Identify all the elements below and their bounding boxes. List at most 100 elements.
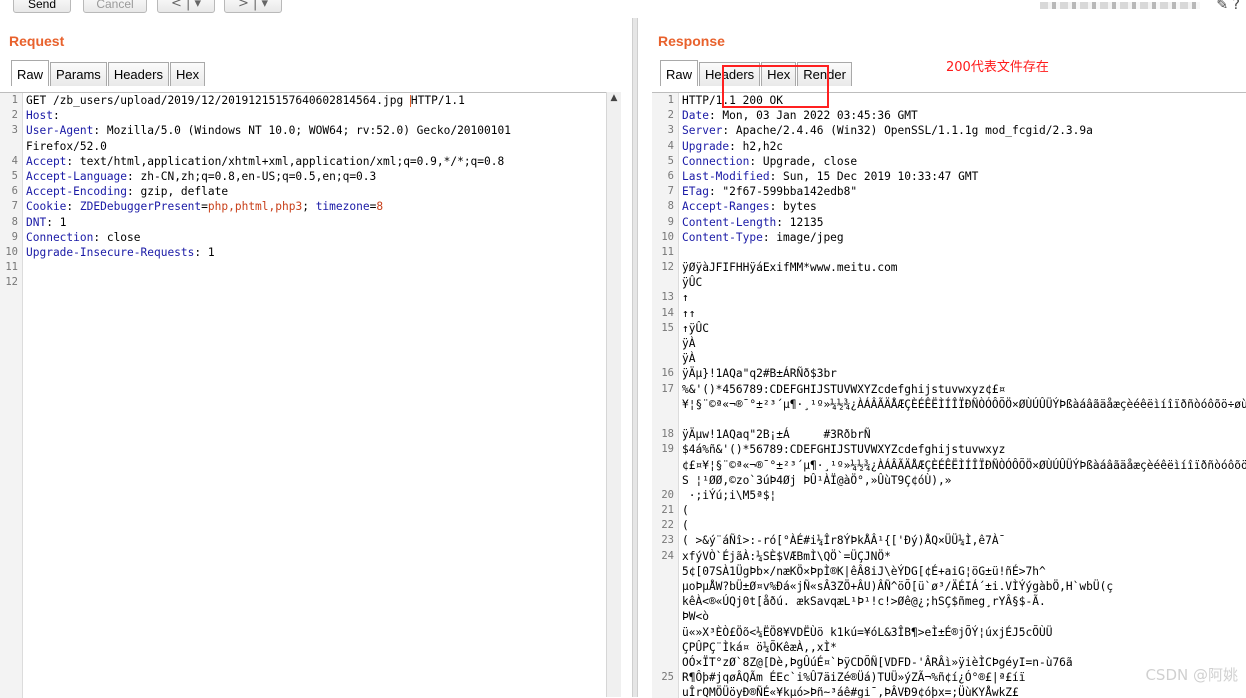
request-token: Accept-Language	[26, 169, 128, 183]
request-line-text: Connection: close	[26, 230, 141, 245]
back-button[interactable]: < | ▾	[157, 0, 215, 13]
response-line: 15 ↑ÿÛC	[652, 321, 1246, 336]
response-line-text: kêÀ<®«ÚQj0t[åðú. ækSavqæL¹Þ¹!c!>Øê@¿;hSÇ…	[682, 594, 1046, 609]
response-line: 16 ÿÄµ}!1AQa"q2#B±ÁRÑð$3br	[652, 366, 1246, 381]
response-line: 21 (	[652, 503, 1246, 518]
request-line-text: Host:	[26, 108, 66, 123]
response-line: ÇPÛPÇ¨Ìká¤ ö¼ÕKêæÀ,,xÌ*	[652, 640, 1246, 655]
response-token: : Mon, 03 Jan 2022 03:45:36 GMT	[708, 109, 918, 123]
response-token: ÿÄµw!1AQaq"2B¡±Á #3RðbrÑ	[682, 428, 871, 442]
response-line-text: ÿÄµw!1AQaq"2B¡±Á #3RðbrÑ	[682, 427, 871, 442]
response-line: 17 %&'()*456789:CDEFGHIJSTUVWXYZcdefghijs…	[652, 382, 1246, 397]
response-tab-raw[interactable]: Raw	[660, 60, 699, 86]
response-line-text: ¢£¤¥¦§¨©ª«¬®¯°±²³´µ¶·¸¹º»¼½¾¿ÀÁÂÃÄÅÆÇÈÉÊ…	[682, 458, 1246, 473]
response-line-number: 1	[667, 94, 674, 106]
scroll-up-icon[interactable]: ▲	[607, 92, 621, 104]
response-token: : image/jpeg	[762, 230, 844, 244]
request-line: 10 Upgrade-Insecure-Requests: 1	[0, 245, 606, 260]
request-line-number: 10	[5, 245, 18, 258]
request-token: Accept-Encoding	[26, 185, 128, 199]
response-line-text: Last-Modified: Sun, 15 Dec 2019 10:33:47…	[682, 169, 978, 184]
response-line: 23 ( >&ý¨áÑî>:-ró[°ÀÉ#i¼Îr8ÝÞkÅÂ¹{['Ðý)ÅQ…	[652, 533, 1246, 548]
response-line: ÿÛC	[652, 275, 1246, 290]
response-line-text: S ¦¹ØØ,©zo`3úÞ4Øj ÞÛ¹ÀÏ@àÖ°,»ÛùT9Ç¢óÙ),»	[682, 473, 951, 488]
response-line-text: ü«»X³ÈÒ£Öõ<¼ËÖ8¥VDËÙö k1kú=¥óL&3ÎB¶>eÌ±É…	[682, 625, 1052, 640]
response-line-number: 13	[661, 291, 674, 304]
request-line: Firefox/52.0	[0, 139, 606, 154]
response-line: 5¢[07SÀ1ÜgÞb×/næKÖ×ÞpÌ®K|êÂ8iJ\èÝDG[¢É+a…	[652, 564, 1246, 579]
response-token: ÿØÿàJFIFHHÿáExifMM*www.meitu.com	[682, 261, 898, 275]
request-line: 11	[0, 260, 606, 275]
response-token: ↑	[682, 291, 689, 305]
request-token: DNT	[26, 215, 47, 229]
request-token: : text/html,application/xhtml+xml,applic…	[66, 154, 505, 168]
request-token: Host	[26, 109, 53, 123]
response-editor[interactable]: 1 HTTP/1.1 200 OK 2 Date: Mon, 03 Jan 2022 …	[652, 92, 1246, 698]
response-line: µoÞµÅW?bÜ±Ø¤v%Ðá«jÑ«sÂ3ZÖ+ÂU)ÂÑ^öÕ[ü`ø³/…	[652, 579, 1246, 594]
request-token: Accept	[26, 154, 67, 168]
status-highlight-box	[722, 65, 829, 108]
request-line-number: 7	[11, 200, 18, 213]
response-line-text: uÎrQMÖÜöyÐ®ÑÉ«¥kµó>Þñ~³áê#gi¯,ÞÂVÐ9¢óþx=…	[682, 685, 1019, 698]
request-scrollbar[interactable]: ▲	[606, 92, 621, 697]
response-line-number: 5	[667, 154, 674, 167]
response-line-number: 14	[661, 306, 674, 319]
request-line-text: Upgrade-Insecure-Requests: 1	[26, 245, 215, 260]
request-tab-raw[interactable]: Raw	[11, 60, 50, 86]
request-line-number: 11	[5, 261, 18, 274]
response-line-text: $4á%ñ&'()*56789:CDEFGHIJSTUVWXYZcdefghij…	[682, 442, 1005, 457]
response-line-text: ETag: "2f67-599bba142edb8"	[682, 184, 857, 199]
request-line: 2 Host:	[0, 108, 606, 123]
response-line-number: 12	[661, 261, 674, 274]
request-token: :	[52, 109, 67, 123]
send-button[interactable]: Send	[13, 0, 71, 13]
response-token: ·;iÝú;i\M5ª$¦	[682, 488, 790, 502]
response-line-text: 5¢[07SÀ1ÜgÞb×/næKÖ×ÞpÌ®K|êÂ8iJ\èÝDG[¢É+a…	[682, 564, 1046, 579]
response-token: Date	[682, 109, 709, 123]
response-line-number: 15	[661, 321, 674, 334]
response-line: 22 (	[652, 518, 1246, 533]
response-token: ÿÛC	[682, 276, 703, 290]
request-line: 4 Accept: text/html,application/xhtml+xml…	[0, 154, 606, 169]
response-token: ÞW<ò	[682, 610, 709, 624]
response-line-text: ÇPÛPÇ¨Ìká¤ ö¼ÕKêæÀ,,xÌ*	[682, 640, 837, 655]
response-token: ETag	[682, 185, 709, 199]
request-token: Upgrade-Insecure-Requests	[26, 245, 195, 259]
watermark: CSDN @阿姚	[1145, 666, 1238, 684]
response-line-text: ÿÀ	[682, 336, 695, 351]
response-line-text: Server: Apache/2.4.46 (Win32) OpenSSL/1.…	[682, 123, 1093, 138]
request-tab-hex[interactable]: Hex	[169, 62, 206, 86]
request-token: Connection	[26, 230, 94, 244]
response-line-number: 16	[661, 367, 674, 380]
response-line-number: 20	[661, 488, 674, 501]
response-line-text: (	[682, 518, 695, 533]
cancel-button[interactable]: Cancel	[83, 0, 147, 13]
response-line: 18 ÿÄµw!1AQaq"2B¡±Á #3RðbrÑ	[652, 427, 1246, 442]
request-tab-params[interactable]: Params	[50, 62, 107, 86]
edit-target-icon[interactable]: ✎ ?	[1216, 0, 1240, 13]
panel-divider[interactable]	[632, 18, 638, 697]
response-line-number: 21	[661, 504, 674, 517]
response-line-text: (	[682, 503, 695, 518]
request-line-number: 6	[11, 185, 18, 198]
response-line: 20 ·;iÝú;i\M5ª$¦	[652, 488, 1246, 503]
request-token: ;	[302, 200, 316, 214]
request-tab-headers[interactable]: Headers	[107, 62, 169, 86]
response-token: ¢£¤¥¦§¨©ª«¬®¯°±²³´µ¶·¸¹º»¼½¾¿ÀÁÂÃÄÅÆÇÈÉÊ…	[682, 458, 1246, 472]
response-line-number: 4	[667, 139, 674, 152]
request-line-number: 9	[11, 230, 18, 243]
request-editor[interactable]: 1 GET /zb_users/upload/2019/12/2019121515…	[0, 92, 606, 698]
response-token: ↑↑	[682, 306, 696, 320]
response-line: kêÀ<®«ÚQj0t[åðú. ækSavqæL¹Þ¹!c!>Øê@¿;hSÇ…	[652, 594, 1246, 609]
request-line-text: GET /zb_users/upload/2019/12/20191215157…	[26, 93, 465, 108]
request-tabs: Raw Params Headers Hex	[11, 60, 206, 86]
response-line-number: 19	[661, 443, 674, 456]
response-line-text: ÿÄµ}!1AQa"q2#B±ÁRÑð$3br	[682, 366, 837, 381]
request-token: : 1	[46, 215, 67, 229]
forward-button[interactable]: > | ▾	[224, 0, 282, 13]
response-token: S ¦¹ØØ,©zo`3úÞ4Øj ÞÛ¹ÀÏ@àÖ°,»ÛùT9Ç¢óÙ),»	[682, 473, 952, 487]
response-line-text: Connection: Upgrade, close	[682, 154, 857, 169]
request-token: Firefox/52.0	[26, 139, 107, 153]
response-token: xfýVÒ`ÉjãÀ:¼SÈ$VÆBmÌ\QÖ`=ÜÇJNÖ*	[682, 549, 891, 563]
response-line: 10 Content-Type: image/jpeg	[652, 230, 1246, 245]
